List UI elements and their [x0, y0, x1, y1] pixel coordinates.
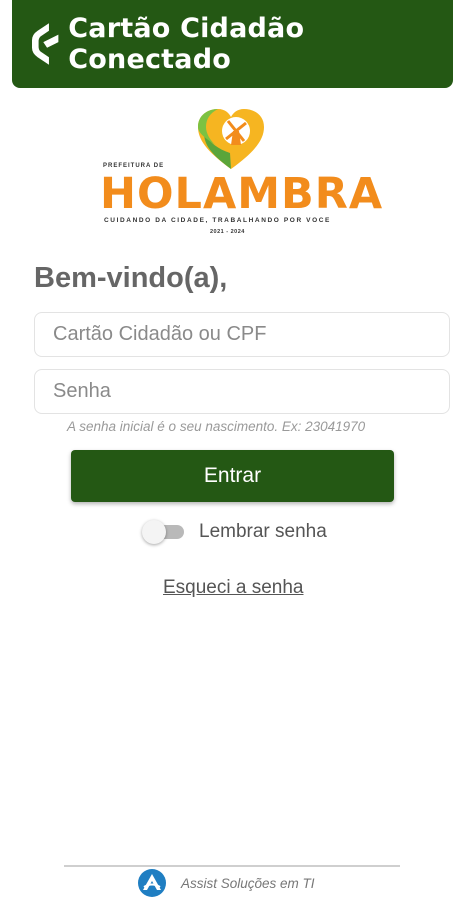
holambra-logo: PREFEITURA DE HOLAMBRA CUIDANDO DA CIDAD… — [100, 105, 382, 240]
app-header: Cartão Cidadão Conectado — [12, 0, 453, 88]
remember-password-toggle[interactable] — [142, 519, 186, 545]
login-button[interactable]: Entrar — [71, 450, 394, 502]
password-hint: A senha inicial é o seu nascimento. Ex: … — [67, 419, 366, 434]
app-title: Cartão Cidadão Conectado — [68, 13, 305, 75]
brand-city-name: HOLAMBRA — [100, 169, 384, 219]
remember-password-row: Lembrar senha — [142, 519, 327, 545]
toggle-knob — [142, 520, 166, 544]
welcome-heading: Bem-vindo(a), — [34, 262, 228, 294]
brand-tagline: CUIDANDO DA CIDADE, TRABALHANDO POR VOCE — [104, 217, 331, 224]
password-input[interactable] — [34, 369, 450, 414]
heart-windmill-icon — [198, 109, 264, 169]
assist-logo-icon — [138, 869, 166, 897]
forgot-password-link[interactable]: Esqueci a senha — [163, 577, 304, 599]
footer: Assist Soluções em TI — [137, 868, 315, 898]
cpf-input[interactable] — [34, 312, 450, 357]
remember-password-label: Lembrar senha — [199, 521, 327, 542]
brand-years: 2021 - 2024 — [210, 229, 245, 235]
footer-company: Assist Soluções em TI — [181, 875, 315, 891]
footer-divider — [64, 865, 400, 867]
app-logo-icon — [32, 23, 59, 65]
